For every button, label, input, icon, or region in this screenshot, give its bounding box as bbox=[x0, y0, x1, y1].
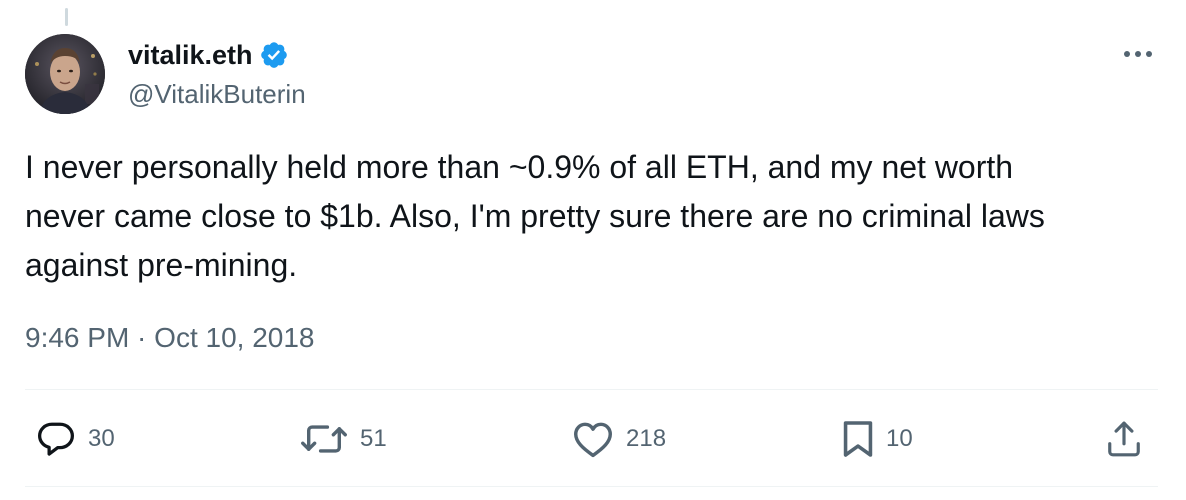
like-count: 218 bbox=[626, 425, 667, 452]
divider bbox=[25, 389, 1158, 390]
avatar-image bbox=[25, 34, 105, 114]
bookmark-count: 10 bbox=[886, 425, 913, 452]
avatar[interactable] bbox=[25, 34, 105, 114]
like-button[interactable]: 218 bbox=[572, 418, 666, 460]
author-handle[interactable]: @VitalikButerin bbox=[128, 77, 306, 111]
reply-count: 30 bbox=[88, 425, 115, 452]
reply-button[interactable]: 30 bbox=[36, 418, 115, 460]
tweet-timestamp[interactable]: 9:46 PM · Oct 10, 2018 bbox=[25, 320, 315, 356]
repost-icon bbox=[301, 425, 347, 453]
thread-connector-line bbox=[65, 8, 68, 26]
reply-icon bbox=[38, 422, 74, 456]
tweet-text: I never personally held more than ~0.9% … bbox=[25, 149, 1045, 283]
repost-button[interactable]: 51 bbox=[300, 418, 387, 460]
author-display-name[interactable]: vitalik.eth bbox=[128, 38, 253, 72]
heart-icon bbox=[574, 422, 612, 458]
author-row: vitalik.eth bbox=[128, 38, 289, 72]
divider bbox=[25, 486, 1158, 487]
more-options-button[interactable] bbox=[1118, 40, 1158, 68]
repost-count: 51 bbox=[360, 425, 387, 452]
verified-badge-icon[interactable] bbox=[259, 40, 289, 70]
bookmark-icon bbox=[843, 421, 873, 457]
share-button[interactable] bbox=[1106, 418, 1142, 460]
bookmark-button[interactable]: 10 bbox=[842, 418, 913, 460]
more-horizontal-icon bbox=[1124, 51, 1152, 57]
share-icon bbox=[1108, 421, 1140, 457]
